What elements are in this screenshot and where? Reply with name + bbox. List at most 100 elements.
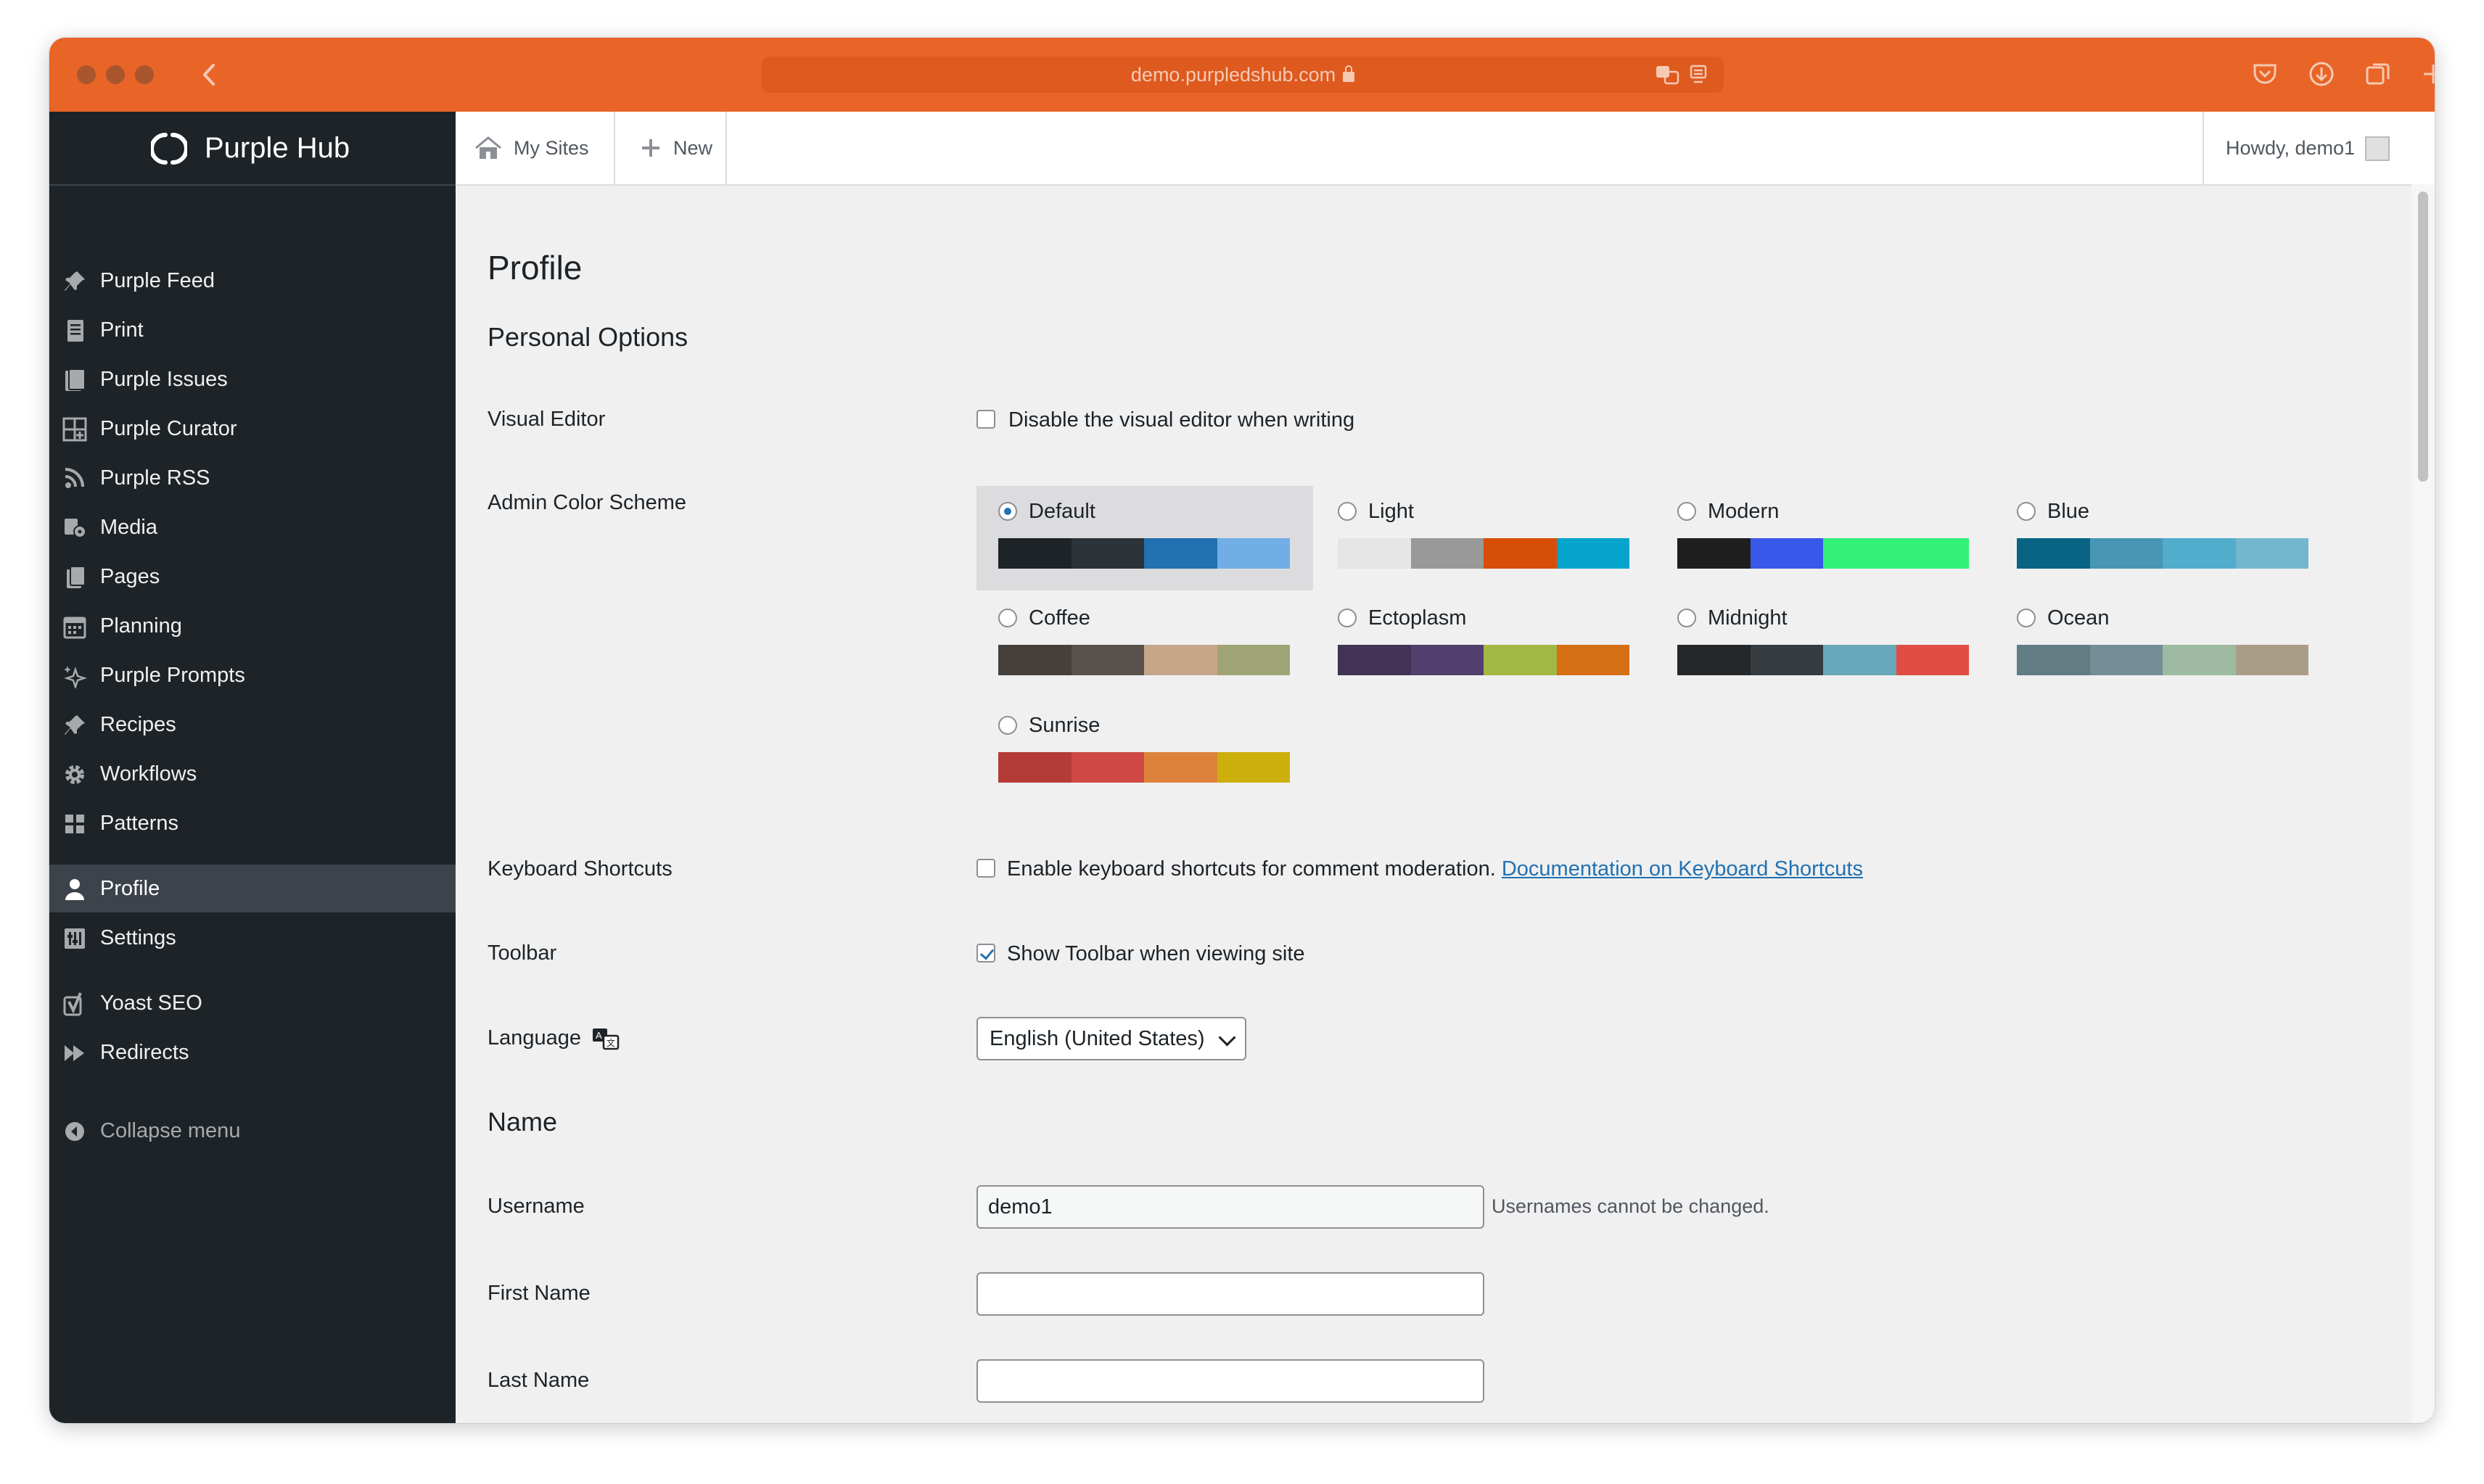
- settings-icon: [61, 926, 89, 951]
- collapse-arrow-icon: [61, 1119, 89, 1144]
- color-swatch: [1896, 538, 1969, 569]
- visual-editor-checkbox[interactable]: [976, 410, 995, 429]
- show-toolbar-checkbox[interactable]: [976, 944, 995, 962]
- color-swatch: [1410, 645, 1484, 675]
- reader-mode-icon[interactable]: [1687, 64, 1709, 86]
- download-icon[interactable]: [2307, 59, 2336, 88]
- sidebar-item-settings[interactable]: Settings: [49, 914, 456, 962]
- username-field: demo1: [976, 1185, 1484, 1229]
- translate-icon[interactable]: [1656, 64, 1680, 86]
- color-swatch: [1217, 645, 1290, 675]
- color-scheme-light[interactable]: Light: [1316, 486, 1653, 590]
- color-swatches: [1677, 645, 1969, 675]
- radio-default[interactable]: [998, 502, 1017, 521]
- keyboard-shortcuts-label: Keyboard Shortcuts: [488, 857, 673, 881]
- color-scheme-coffee[interactable]: Coffee: [976, 593, 1313, 697]
- radio-ectoplasm[interactable]: [1338, 609, 1357, 627]
- radio-ocean[interactable]: [2017, 609, 2036, 627]
- sidebar-item-purple-curator[interactable]: Purple Curator: [49, 405, 456, 453]
- color-swatch: [1484, 645, 1557, 675]
- radio-blue[interactable]: [2017, 502, 2036, 521]
- pages-icon: [61, 565, 89, 590]
- color-swatch: [2089, 538, 2163, 569]
- pocket-icon[interactable]: [2250, 59, 2279, 88]
- curator-icon: [61, 417, 89, 442]
- brand-header[interactable]: Purple Hub: [49, 112, 456, 186]
- keyboard-shortcuts-text: Enable keyboard shortcuts for comment mo…: [1007, 857, 1863, 881]
- scrollbar-thumb[interactable]: [2418, 191, 2428, 482]
- chevron-down-icon: [1218, 1029, 1236, 1047]
- sidebar-item-workflows[interactable]: Workflows: [49, 750, 456, 798]
- minimize-window-button[interactable]: [106, 65, 125, 84]
- my-sites-button[interactable]: My Sites: [456, 112, 615, 184]
- radio-sunrise[interactable]: [998, 716, 1017, 735]
- color-swatch: [1144, 538, 1217, 569]
- sidebar-item-print[interactable]: Print: [49, 306, 456, 354]
- sidebar-item-planning[interactable]: Planning: [49, 602, 456, 650]
- sidebar-item-profile[interactable]: Profile: [49, 865, 456, 912]
- sidebar-item-purple-rss[interactable]: Purple RSS: [49, 454, 456, 502]
- close-window-button[interactable]: [77, 65, 96, 84]
- svg-text:文: 文: [606, 1037, 615, 1048]
- color-swatch: [1677, 538, 1751, 569]
- new-button[interactable]: New: [615, 112, 727, 184]
- first-name-field[interactable]: [976, 1272, 1484, 1316]
- sidebar-item-recipes[interactable]: Recipes: [49, 701, 456, 749]
- radio-coffee[interactable]: [998, 609, 1017, 627]
- sidebar-item-purple-feed[interactable]: Purple Feed: [49, 257, 456, 305]
- last-name-field[interactable]: [976, 1359, 1484, 1403]
- last-name-label: Last Name: [488, 1369, 590, 1392]
- color-swatch: [998, 538, 1072, 569]
- username-description: Usernames cannot be changed.: [1492, 1195, 1769, 1217]
- color-swatches: [1677, 538, 1969, 569]
- address-bar[interactable]: demo.purpledshub.com: [762, 57, 1724, 93]
- redirect-icon: [61, 1041, 89, 1065]
- color-swatch: [1484, 538, 1557, 569]
- sidebar-item-patterns[interactable]: Patterns: [49, 799, 456, 847]
- sidebar-item-redirects[interactable]: Redirects: [49, 1029, 456, 1076]
- color-scheme-ectoplasm[interactable]: Ectoplasm: [1316, 593, 1653, 697]
- tabs-overview-icon[interactable]: [2364, 59, 2393, 88]
- color-swatch: [998, 752, 1072, 783]
- collapse-menu-button[interactable]: Collapse menu: [49, 1107, 456, 1155]
- color-scheme-ocean[interactable]: Ocean: [1995, 593, 2332, 697]
- sidebar-item-yoast-seo[interactable]: Yoast SEO: [49, 979, 456, 1027]
- color-swatch: [2235, 645, 2308, 675]
- grid-icon: [61, 812, 89, 836]
- my-sites-icon: [474, 135, 502, 161]
- color-swatch: [1410, 538, 1484, 569]
- keyboard-shortcuts-checkbox[interactable]: [976, 859, 995, 878]
- keyboard-shortcuts-doc-link[interactable]: Documentation on Keyboard Shortcuts: [1502, 857, 1863, 881]
- browser-window: demo.purpledshub.com Purple Hub Purple F…: [49, 38, 2435, 1423]
- language-select[interactable]: English (United States): [976, 1017, 1246, 1060]
- color-scheme-sunrise[interactable]: Sunrise: [976, 700, 1313, 804]
- color-swatch: [1071, 752, 1144, 783]
- gear-icon: [61, 762, 89, 787]
- color-swatch: [2017, 538, 2090, 569]
- color-swatch: [1338, 645, 1411, 675]
- purple-hub-logo-icon: [149, 131, 189, 167]
- name-heading: Name: [488, 1107, 558, 1137]
- color-swatch: [1823, 645, 1896, 675]
- color-swatches: [2017, 538, 2308, 569]
- color-swatch: [2017, 645, 2090, 675]
- color-swatch: [2235, 538, 2308, 569]
- sidebar-item-pages[interactable]: Pages: [49, 553, 456, 601]
- color-scheme-modern[interactable]: Modern: [1656, 486, 1992, 590]
- back-arrow-icon[interactable]: [194, 58, 223, 91]
- radio-light[interactable]: [1338, 502, 1357, 521]
- color-scheme-blue[interactable]: Blue: [1995, 486, 2332, 590]
- account-menu[interactable]: Howdy, demo1: [2203, 112, 2414, 184]
- sidebar-item-purple-prompts[interactable]: Purple Prompts: [49, 651, 456, 699]
- color-swatches: [1338, 645, 1629, 675]
- pin-icon: [61, 713, 89, 738]
- zoom-window-button[interactable]: [135, 65, 154, 84]
- radio-modern[interactable]: [1677, 502, 1696, 521]
- scrollbar[interactable]: [2411, 184, 2435, 1423]
- sidebar-item-purple-issues[interactable]: Purple Issues: [49, 355, 456, 403]
- new-tab-icon[interactable]: [2419, 59, 2435, 88]
- color-scheme-default[interactable]: Default: [976, 486, 1313, 590]
- radio-midnight[interactable]: [1677, 609, 1696, 627]
- sidebar-item-media[interactable]: Media: [49, 503, 456, 551]
- color-scheme-midnight[interactable]: Midnight: [1656, 593, 1992, 697]
